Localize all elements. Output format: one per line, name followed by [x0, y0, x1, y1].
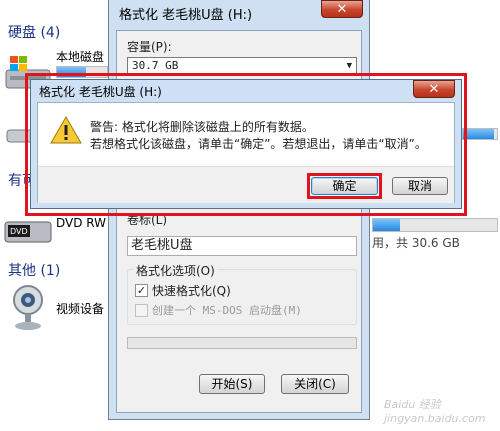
local-disk-label[interactable]: 本地磁盘	[56, 48, 104, 65]
format-options-group: 格式化选项(O) ✓ 快速格式化(Q) 创建一个 MS-DOS 启动盘(M)	[127, 262, 357, 325]
section-hard-disk-header[interactable]: 硬盘 (4)	[8, 22, 60, 42]
capacity-label: 容量(P):	[127, 40, 172, 54]
format-dialog-title: 格式化 老毛桃U盘 (H:)	[119, 8, 253, 23]
quick-format-label[interactable]: 快速格式化(Q)	[152, 282, 231, 299]
warning-dialog: 格式化 老毛桃U盘 (H:) ✕ 警告: 格式化将删除该磁盘上的所有数据。 若想…	[30, 79, 462, 209]
section-other-header[interactable]: 其他 (1)	[8, 260, 60, 280]
format-dialog-close-button[interactable]: ✕	[321, 0, 363, 18]
warning-message-line1: 警告: 格式化将删除该磁盘上的所有数据。	[90, 120, 314, 134]
webcam-icon	[10, 284, 46, 332]
format-options-label: 格式化选项(O)	[134, 262, 217, 279]
watermark: Baidu 经验 jingyan.baidu.com	[384, 398, 486, 425]
warning-dialog-body: 警告: 格式化将删除该磁盘上的所有数据。 若想格式化该磁盘，请单击“确定”。若想…	[37, 102, 455, 203]
warning-message-line2: 若想格式化该磁盘，请单击“确定”。若想退出，请单击“取消”。	[90, 137, 427, 151]
warning-icon	[50, 115, 82, 145]
cancel-button[interactable]: 取消	[392, 177, 448, 195]
format-progress-bar	[127, 337, 357, 349]
quick-format-checkbox[interactable]: ✓	[135, 284, 148, 297]
dvd-label[interactable]: DVD RW	[56, 216, 106, 230]
close-icon: ✕	[428, 82, 440, 97]
capacity-value: 30.7 GB	[132, 59, 179, 72]
dvd-drive-icon: DVD	[4, 216, 54, 246]
ok-button[interactable]: 确定	[311, 177, 378, 195]
close-icon: ✕	[336, 2, 348, 17]
warning-dialog-close-button[interactable]: ✕	[413, 80, 455, 98]
close-button[interactable]: 关闭(C)	[281, 374, 349, 394]
drive-usage-bar	[462, 128, 498, 140]
msdos-boot-label: 创建一个 MS-DOS 启动盘(M)	[152, 304, 302, 317]
warning-dialog-footer: 确定 取消	[38, 166, 454, 203]
msdos-boot-checkbox[interactable]	[135, 304, 148, 317]
chevron-down-icon: ▼	[346, 61, 352, 71]
removable-usage-bar	[372, 218, 498, 232]
start-button[interactable]: 开始(S)	[199, 374, 265, 394]
svg-text:DVD: DVD	[10, 227, 28, 236]
volume-label-input[interactable]: 老毛桃U盘	[127, 236, 357, 256]
video-device-label[interactable]: 视频设备	[56, 300, 104, 317]
removable-free-space: 用，共 30.6 GB	[372, 236, 460, 250]
warning-dialog-title: 格式化 老毛桃U盘 (H:)	[39, 85, 162, 99]
